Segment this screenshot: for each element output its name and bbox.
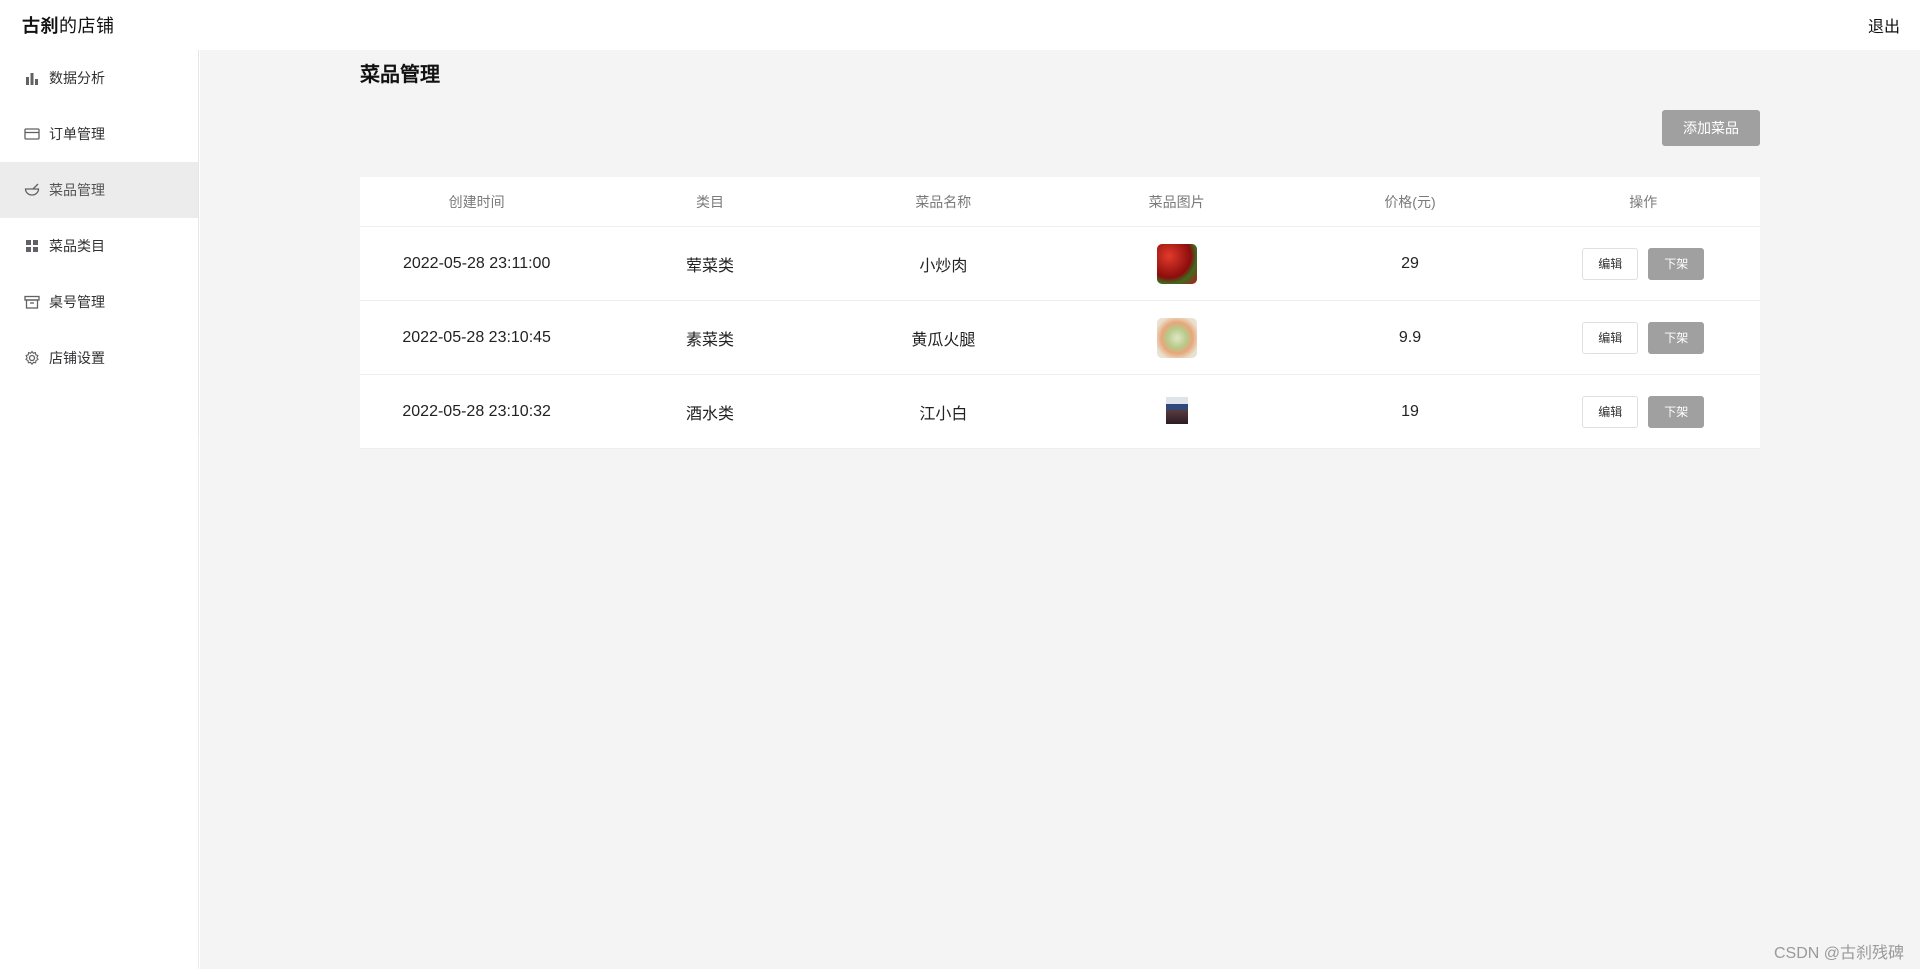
cell-created: 2022-05-28 23:10:32	[402, 402, 551, 420]
column-header-category: 类目	[695, 193, 724, 210]
cell-name: 江小白	[919, 405, 968, 423]
sidebar-item-label: 订单管理	[49, 126, 105, 142]
cell-category: 素菜类	[685, 331, 734, 349]
column-header-actions: 操作	[1629, 193, 1658, 210]
sidebar-item-label: 店铺设置	[49, 350, 105, 366]
cell-actions: 编辑 下架	[1527, 247, 1760, 280]
main-content: 菜品管理 添加菜品 创建时间 类目 菜品名称 菜品图片 价格(元) 操作 202…	[200, 50, 1920, 969]
cell-created: 2022-05-28 23:10:45	[402, 328, 551, 346]
cell-price: 9.9	[1398, 328, 1422, 346]
top-header: 古刹的店铺 退出	[0, 0, 1920, 50]
cell-name: 小炒肉	[919, 257, 968, 275]
sidebar-item-data-analysis[interactable]: 数据分析	[0, 50, 198, 106]
edit-button[interactable]: 编辑	[1582, 321, 1639, 354]
box-icon	[24, 294, 40, 310]
cell-image	[1060, 243, 1293, 284]
table-header-row: 创建时间 类目 菜品名称 菜品图片 价格(元) 操作	[360, 177, 1760, 227]
off-shelf-button[interactable]: 下架	[1648, 247, 1705, 280]
bar-chart-icon	[24, 70, 40, 86]
table-row: 2022-05-28 23:11:00 荤菜类 小炒肉 29 编辑 下架	[360, 227, 1760, 301]
cell-created: 2022-05-28 23:11:00	[402, 254, 551, 272]
credit-card-icon	[24, 126, 40, 142]
shop-title-rest: 的店铺	[59, 16, 115, 36]
column-header-image: 菜品图片	[1148, 193, 1205, 210]
table-body: 2022-05-28 23:11:00 荤菜类 小炒肉 29 编辑 下架 202…	[360, 227, 1760, 449]
cell-actions: 编辑 下架	[1527, 321, 1760, 354]
sidebar-filler	[0, 435, 199, 969]
cell-name: 黄瓜火腿	[911, 331, 976, 349]
shop-title: 古刹的店铺	[22, 12, 115, 38]
sidebar-item-label: 菜品管理	[49, 182, 105, 198]
edit-button[interactable]: 编辑	[1582, 395, 1639, 428]
add-dish-button[interactable]: 添加菜品	[1662, 110, 1760, 146]
gear-icon	[24, 350, 40, 366]
shop-title-bold: 古刹	[22, 16, 59, 36]
grid-icon	[24, 238, 40, 254]
cell-price: 29	[1401, 254, 1419, 272]
cell-image	[1060, 317, 1293, 358]
cell-image	[1060, 391, 1293, 432]
cell-category: 酒水类	[685, 405, 734, 423]
sidebar: 数据分析 订单管理 菜品管理 菜品类目 桌号管理 店铺设置	[0, 50, 199, 435]
column-header-created: 创建时间	[448, 193, 505, 210]
sidebar-item-shop-settings[interactable]: 店铺设置	[0, 330, 198, 386]
off-shelf-button[interactable]: 下架	[1648, 395, 1705, 428]
dish-thumbnail	[1165, 391, 1188, 432]
column-header-name: 菜品名称	[915, 193, 972, 210]
dish-table: 创建时间 类目 菜品名称 菜品图片 价格(元) 操作 2022-05-28 23…	[360, 177, 1760, 449]
sidebar-item-orders[interactable]: 订单管理	[0, 106, 198, 162]
sidebar-item-tables[interactable]: 桌号管理	[0, 274, 198, 330]
sidebar-item-label: 菜品类目	[49, 238, 105, 254]
sidebar-item-label: 数据分析	[49, 70, 105, 86]
dish-thumbnail	[1156, 317, 1197, 358]
sidebar-item-label: 桌号管理	[49, 294, 105, 310]
logout-button[interactable]: 退出	[1868, 13, 1900, 37]
cell-category: 荤菜类	[685, 257, 734, 275]
edit-button[interactable]: 编辑	[1582, 247, 1639, 280]
table-row: 2022-05-28 23:10:32 酒水类 江小白 19 编辑 下架	[360, 375, 1760, 449]
sidebar-item-dishes[interactable]: 菜品管理	[0, 162, 198, 218]
sidebar-item-dish-categories[interactable]: 菜品类目	[0, 218, 198, 274]
cell-actions: 编辑 下架	[1527, 395, 1760, 428]
off-shelf-button[interactable]: 下架	[1648, 321, 1705, 354]
column-header-price: 价格(元)	[1384, 193, 1436, 210]
page-title: 菜品管理	[360, 64, 440, 86]
bowl-icon	[24, 182, 40, 198]
cell-price: 19	[1401, 402, 1419, 420]
watermark: CSDN @古刹残碑	[1773, 945, 1904, 962]
dish-thumbnail	[1156, 243, 1197, 284]
table-header: 创建时间 类目 菜品名称 菜品图片 价格(元) 操作	[360, 177, 1760, 227]
table-row: 2022-05-28 23:10:45 素菜类 黄瓜火腿 9.9 编辑 下架	[360, 301, 1760, 375]
